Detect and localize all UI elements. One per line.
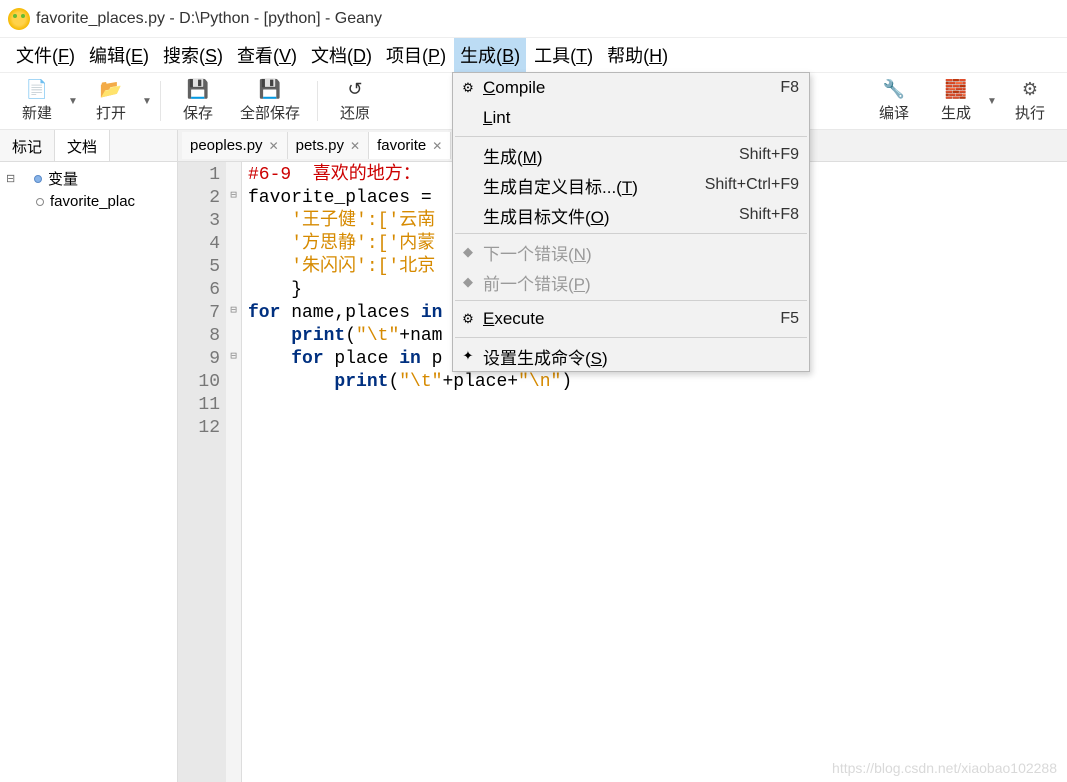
file-tabs: peoples.py✕pets.py✕favorite✕: [178, 130, 451, 161]
side-tab-markers[interactable]: 标记: [0, 130, 55, 161]
menu-item[interactable]: 工具(T): [528, 38, 599, 72]
menu-icon: ✦: [459, 348, 477, 364]
close-icon[interactable]: ✕: [432, 139, 442, 153]
app-icon: [8, 8, 30, 30]
new-button[interactable]: 📄新建: [6, 74, 68, 128]
menu-item[interactable]: 生成目标文件(O)Shift+F8: [453, 200, 809, 230]
bullet-icon: [36, 198, 44, 206]
menu-separator: [455, 300, 807, 301]
menu-icon: ⚙: [459, 311, 477, 327]
menu-item[interactable]: 生成自定义目标...(T)Shift+Ctrl+F9: [453, 170, 809, 200]
compile-button[interactable]: 🔧编译: [863, 74, 925, 128]
build-menu-dropdown: ⚙CompileF8Lint 生成(M)Shift+F9生成自定义目标...(T)…: [452, 72, 810, 372]
menu-item[interactable]: 生成(M)Shift+F9: [453, 140, 809, 170]
menu-item[interactable]: ⚙ExecuteF5: [453, 304, 809, 334]
save-button[interactable]: 💾保存: [167, 74, 229, 128]
menu-item[interactable]: 搜索(S): [157, 38, 229, 72]
menu-item[interactable]: 编辑(E): [83, 38, 155, 72]
tree-child[interactable]: favorite_plac: [6, 191, 171, 212]
fold-gutter[interactable]: ⊟ ⊟ ⊟: [226, 162, 242, 782]
save-icon: 💾: [187, 80, 209, 100]
side-tab-documents[interactable]: 文档: [55, 130, 110, 161]
line-gutter: 123456789101112: [178, 162, 226, 782]
sidebar: ⊟ 变量 favorite_plac: [0, 162, 178, 782]
menu-icon: ⚙: [459, 80, 477, 96]
build-button[interactable]: 🧱生成: [925, 74, 987, 128]
compile-icon: 🔧: [883, 80, 905, 100]
menu-item[interactable]: 文件(F): [10, 38, 81, 72]
dropdown-icon[interactable]: ▼: [68, 96, 80, 107]
menu-item: ◆下一个错误(N): [453, 237, 809, 267]
menu-separator: [455, 233, 807, 234]
revert-button[interactable]: ↺还原: [324, 74, 386, 128]
file-tab[interactable]: pets.py✕: [288, 132, 369, 159]
bullet-icon: [34, 175, 42, 183]
menu-item[interactable]: ⚙CompileF8: [453, 73, 809, 103]
build-icon: 🧱: [945, 80, 967, 100]
menu-icon: ◆: [459, 274, 477, 290]
revert-icon: ↺: [344, 80, 366, 100]
side-tabs: 标记 文档: [0, 130, 178, 161]
saveall-button[interactable]: 💾全部保存: [229, 74, 311, 128]
file-icon: 📄: [26, 80, 48, 100]
menu-item[interactable]: 文档(D): [305, 38, 378, 72]
folder-icon: 📂: [100, 80, 122, 100]
saveall-icon: 💾: [259, 80, 281, 100]
menu-item: ◆前一个错误(P): [453, 267, 809, 297]
menu-separator: [455, 136, 807, 137]
title-bar: favorite_places.py - D:\Python - [python…: [0, 0, 1067, 38]
menu-icon: ◆: [459, 244, 477, 260]
dropdown-icon[interactable]: ▼: [987, 96, 999, 107]
menu-item[interactable]: 帮助(H): [601, 38, 674, 72]
gear-icon: ⚙: [1019, 80, 1041, 100]
watermark: https://blog.csdn.net/xiaobao102288: [832, 760, 1057, 776]
close-icon[interactable]: ✕: [269, 139, 279, 153]
menu-bar: 文件(F)编辑(E)搜索(S)查看(V)文档(D)项目(P)生成(B)工具(T)…: [0, 38, 1067, 72]
tree-label: 变量: [48, 168, 78, 189]
open-button[interactable]: 📂打开: [80, 74, 142, 128]
menu-item[interactable]: Lint: [453, 103, 809, 133]
window-title: favorite_places.py - D:\Python - [python…: [36, 10, 382, 28]
tree-label: favorite_plac: [50, 193, 135, 210]
menu-item[interactable]: 项目(P): [380, 38, 452, 72]
execute-button[interactable]: ⚙执行: [999, 74, 1061, 128]
separator: [160, 81, 161, 121]
menu-separator: [455, 337, 807, 338]
tree-root[interactable]: ⊟ 变量: [6, 166, 171, 191]
collapse-icon[interactable]: ⊟: [6, 172, 18, 185]
file-tab[interactable]: peoples.py✕: [182, 132, 288, 159]
file-tab[interactable]: favorite✕: [369, 132, 451, 159]
menu-item[interactable]: 查看(V): [231, 38, 303, 72]
menu-item[interactable]: 生成(B): [454, 38, 526, 72]
separator: [317, 81, 318, 121]
close-icon[interactable]: ✕: [350, 139, 360, 153]
menu-item[interactable]: ✦设置生成命令(S): [453, 341, 809, 371]
dropdown-icon[interactable]: ▼: [142, 96, 154, 107]
